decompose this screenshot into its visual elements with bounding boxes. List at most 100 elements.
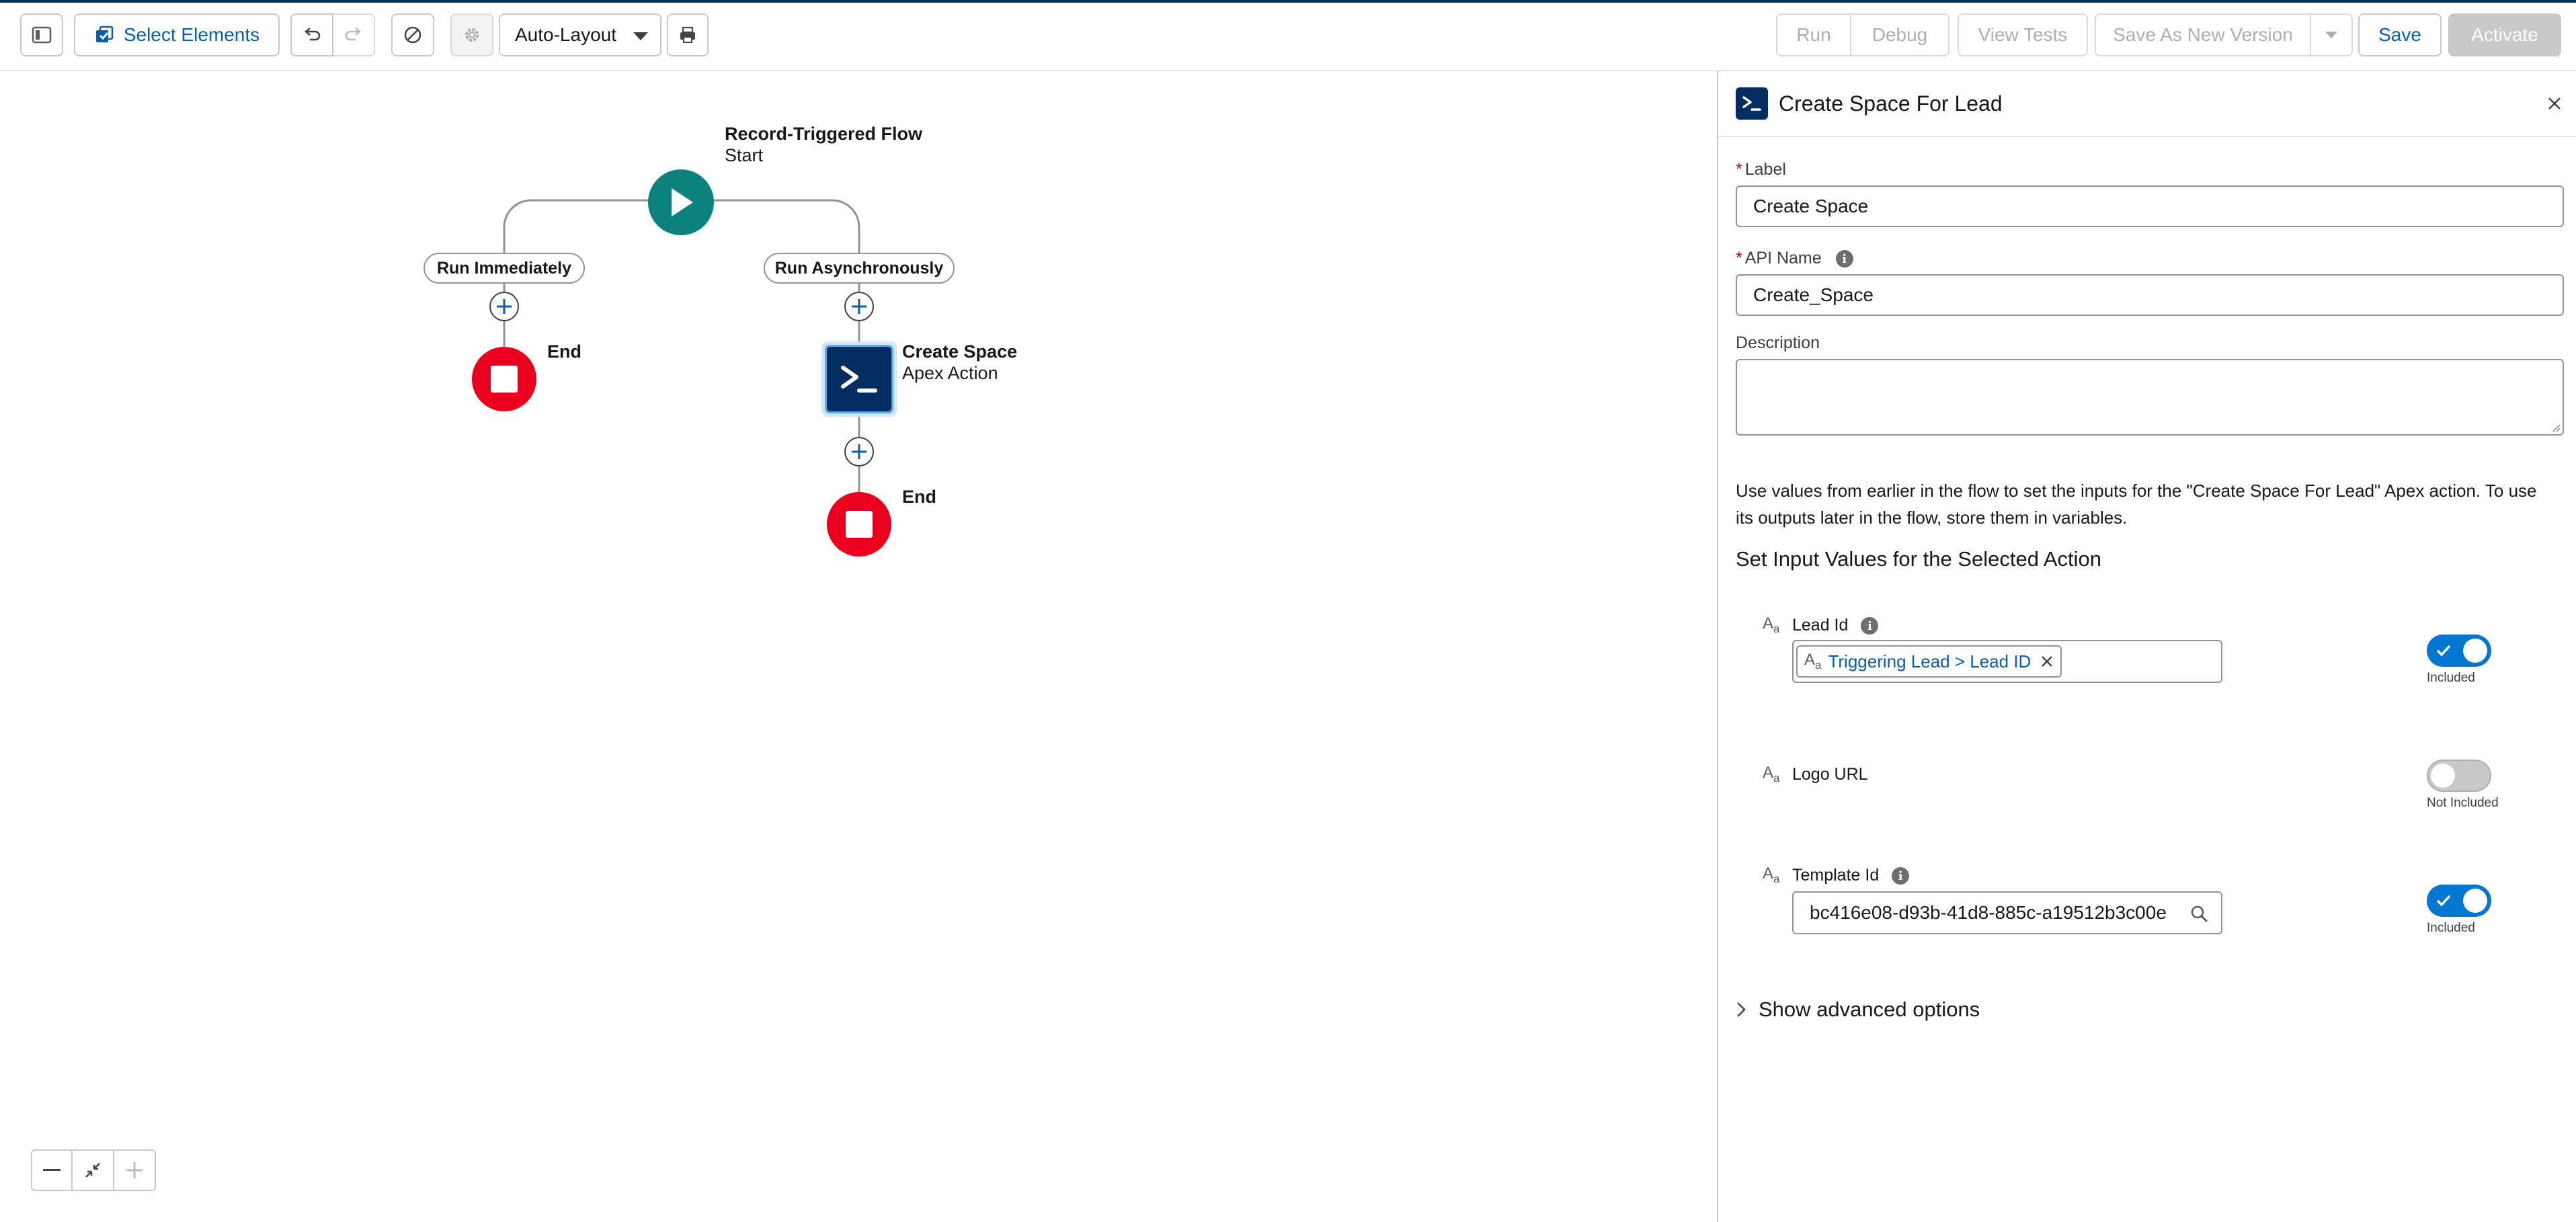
input-logo-url-label: Logo URL [1792,765,1868,784]
resource-pill-label: Triggering Lead > Lead ID [1828,651,2031,671]
branch-run-asynchronously[interactable]: Run Asynchronously [764,253,955,284]
close-icon [2548,97,2561,110]
input-lead-id-label: Lead Id i [1792,616,1879,635]
save-as-new-version-label: Save As New Version [2113,24,2293,45]
description-field-label: Description [1736,333,1820,352]
end-node-label: End [547,341,581,362]
stop-icon [846,511,873,538]
api-name-field-label: * API Name i [1736,249,1853,268]
end-node[interactable] [827,492,891,557]
zoom-out-icon [43,1169,61,1171]
info-icon[interactable]: i [1835,250,1853,268]
apex-action-title: Create Space [902,341,1018,362]
add-element-button[interactable] [844,437,874,466]
template-id-toggle-caption: Included [2427,921,2475,935]
run-button[interactable]: Run [1776,13,1851,56]
start-node[interactable] [648,169,714,235]
view-tests-label: View Tests [1978,24,2068,45]
fit-view-icon [85,1163,100,1178]
fit-view-button[interactable] [73,1149,114,1191]
no-entry-icon [404,26,421,44]
apex-action-node[interactable] [821,341,897,417]
activate-button[interactable]: Activate [2448,13,2561,56]
undo-button[interactable] [290,13,333,56]
play-icon [672,188,693,216]
panel-header: Create Space For Lead [1718,71,2576,137]
chevron-down-icon [2325,32,2337,38]
resource-pill[interactable]: Aa Triggering Lead > Lead ID [1796,645,2062,678]
toggle-toolbox-button[interactable] [20,13,63,56]
text-type-icon: Aa [1804,651,1822,671]
section-heading: Set Input Values for the Selected Action [1736,547,2101,571]
activate-label: Activate [2471,24,2538,45]
end-node-label: End [902,487,936,507]
close-icon[interactable] [2040,655,2054,668]
chevron-right-icon [1737,1002,1746,1017]
chevron-down-icon [633,32,648,40]
lead-id-input[interactable]: Aa Triggering Lead > Lead ID [1792,640,2222,683]
label-field-label: * Label [1736,160,1786,179]
gear-icon [465,28,479,42]
close-panel-button[interactable] [2542,91,2567,116]
layout-select[interactable]: Auto-Layout [499,13,661,56]
template-id-value: bc416e08-d93b-41d8-885c-a19512b3c00e [1810,902,2167,923]
save-as-new-version-button[interactable]: Save As New Version [2095,13,2311,56]
lead-id-toggle-caption: Included [2427,671,2475,685]
check-icon [2436,895,2451,907]
panel-title: Create Space For Lead [1779,91,2003,116]
plus-icon [852,299,867,314]
logo-url-toggle-caption: Not Included [2427,796,2499,810]
end-node[interactable] [472,347,536,411]
stop-icon [491,366,518,393]
zoom-in-button[interactable] [114,1149,156,1191]
text-type-icon: Aa [1763,614,1780,635]
toggle-knob [2431,764,2455,788]
print-icon [680,26,695,43]
lead-id-include-toggle[interactable] [2427,635,2491,667]
element-properties-panel: Create Space For Lead * Label Create Spac… [1717,71,2576,1222]
start-node-title: Record-Triggered Flow [725,124,923,144]
add-element-button[interactable] [844,292,874,321]
print-button[interactable] [667,13,709,56]
clear-canvas-button[interactable] [391,13,434,56]
view-tests-button[interactable]: View Tests [1958,13,2088,56]
label-input[interactable]: Create Space [1736,186,2564,227]
info-icon[interactable]: i [1892,867,1910,885]
template-id-input[interactable]: bc416e08-d93b-41d8-885c-a19512b3c00e [1792,891,2222,934]
builder-toolbar: Select Elements Auto-Layout Run Debug Vi… [0,3,2576,71]
debug-label: Debug [1871,24,1928,45]
toggle-knob [2463,639,2487,663]
save-button[interactable]: Save [2358,13,2442,56]
resize-handle-icon[interactable] [2552,423,2561,433]
info-icon[interactable]: i [1861,617,1879,635]
zoom-out-button[interactable] [31,1149,73,1191]
show-advanced-options-toggle[interactable]: Show advanced options [1736,997,1980,1022]
plus-icon [497,299,512,314]
select-elements-button[interactable]: Select Elements [74,13,280,56]
debug-button[interactable]: Debug [1851,13,1949,56]
layout-select-value: Auto-Layout [515,24,616,45]
text-type-icon: Aa [1763,864,1780,885]
select-elements-icon [95,26,114,42]
apex-action-node-body [825,345,893,413]
save-label: Save [2378,24,2421,45]
apex-action-subtitle: Apex Action [902,363,998,383]
input-template-id-label: Template Id i [1792,866,1910,885]
save-options-dropdown[interactable] [2311,13,2353,56]
template-id-include-toggle[interactable] [2427,885,2491,917]
logo-url-include-toggle[interactable] [2427,760,2491,792]
api-name-input[interactable]: Create_Space [1736,274,2564,316]
undo-icon [305,28,321,41]
redo-icon [345,28,361,41]
description-textarea[interactable] [1736,359,2564,436]
add-element-button[interactable] [489,292,519,321]
text-type-icon: Aa [1763,764,1780,784]
settings-button[interactable] [450,13,493,56]
flow-canvas[interactable]: Record-Triggered Flow Start Run Immediat… [0,71,1717,1222]
redo-button[interactable] [333,13,375,56]
select-elements-label: Select Elements [123,24,260,45]
branch-run-immediately[interactable]: Run Immediately [424,253,585,284]
search-icon [2191,905,2208,922]
zoom-in-icon [126,1162,143,1178]
show-advanced-options-label: Show advanced options [1759,997,1980,1021]
